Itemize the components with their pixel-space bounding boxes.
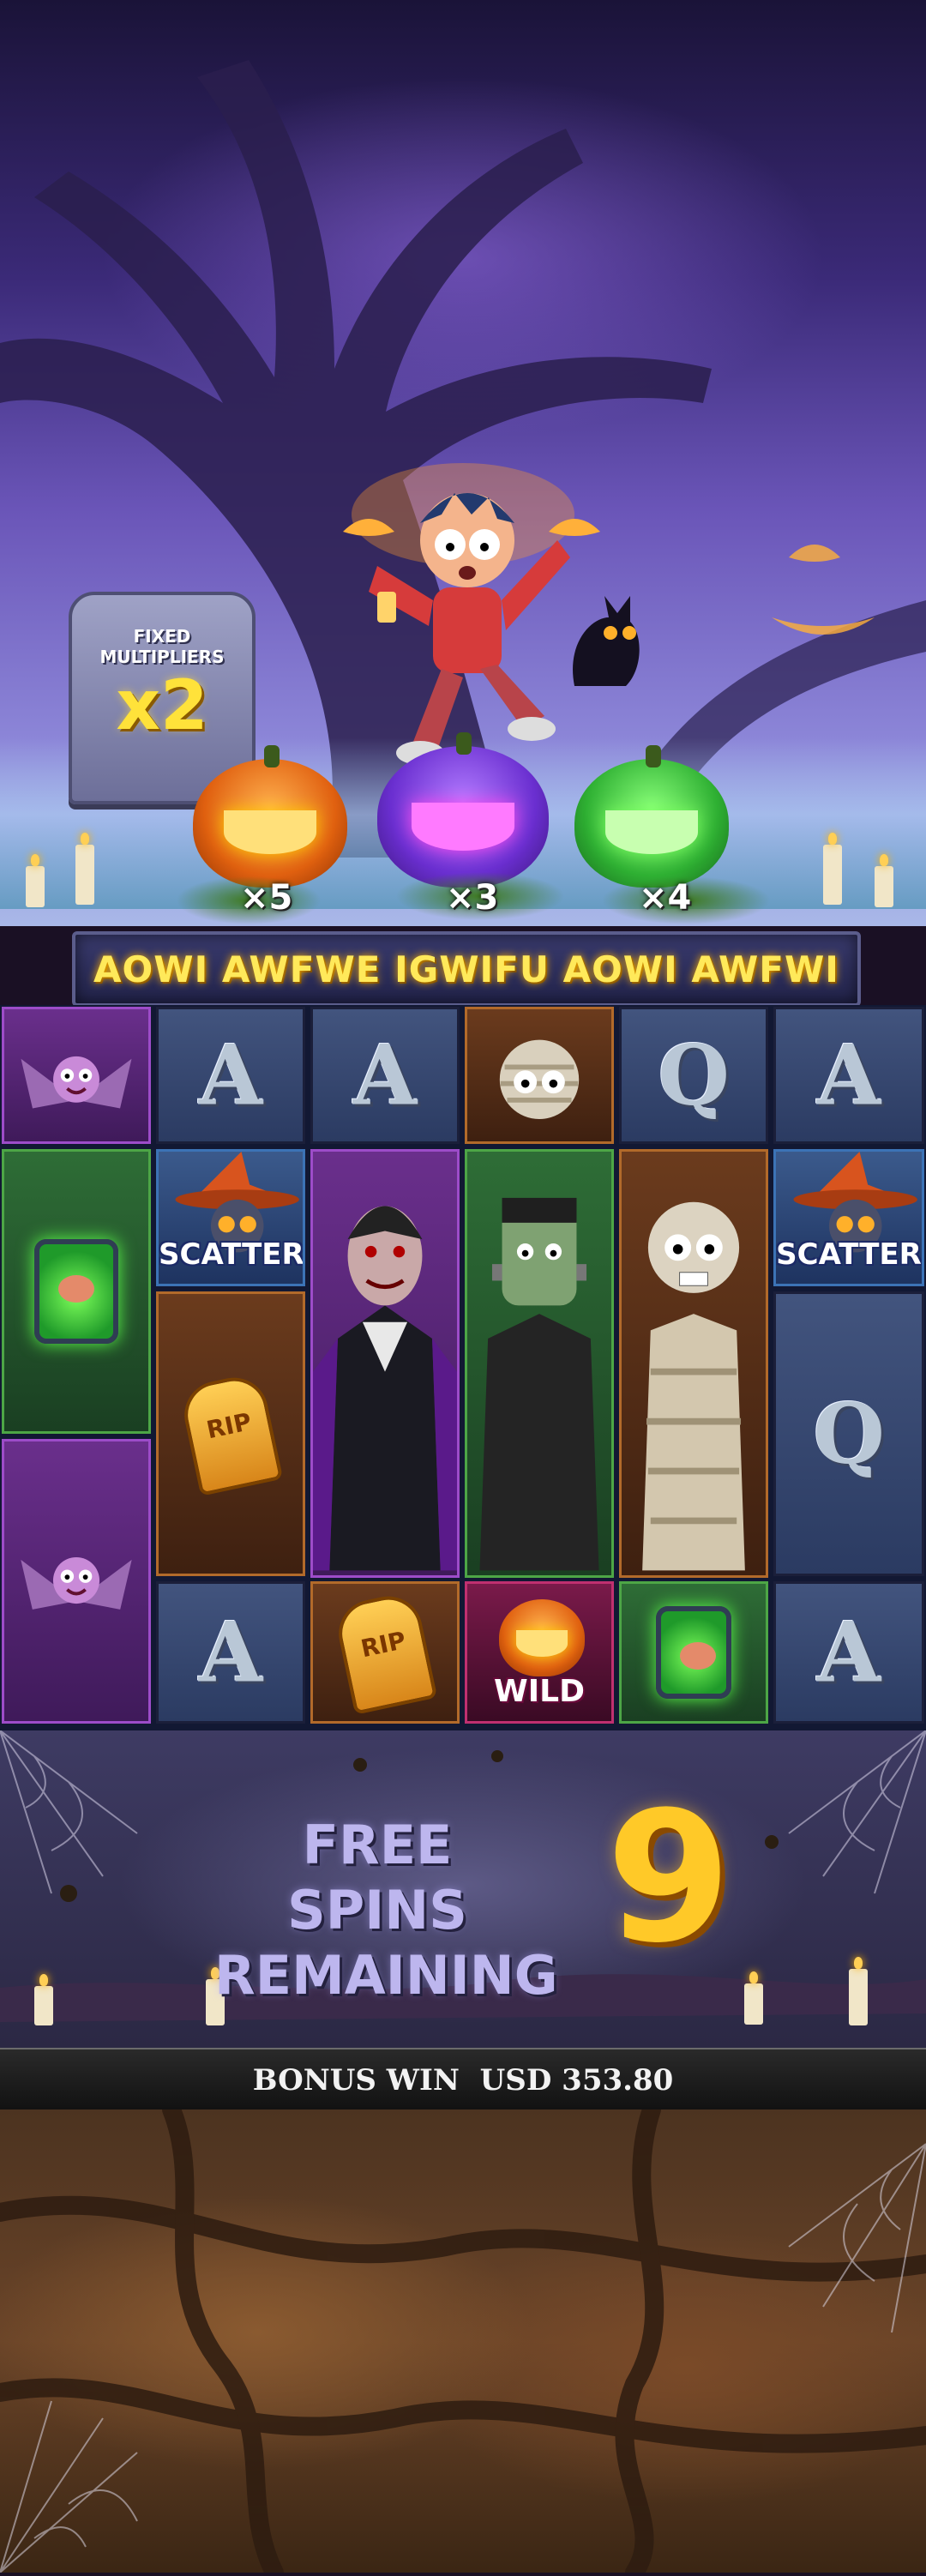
symbol-scatter: SCATTER	[156, 1149, 305, 1286]
candle-icon	[823, 833, 842, 905]
brain-jar-icon	[656, 1606, 731, 1699]
fixed-multipliers-title: FIXED MULTIPLIERS	[72, 626, 252, 667]
message-banner: AOWI AWFWE IGWIFU AOWI AWFWI	[72, 931, 861, 1007]
rip-tombstone-icon: RIP	[332, 1590, 438, 1715]
vampire-icon	[313, 1206, 457, 1571]
free-spins-line2: REMAINING	[214, 1944, 558, 2007]
letter-a: A	[816, 1604, 881, 1701]
wood-roots-background	[0, 2100, 926, 2576]
symbol-a: A	[773, 1581, 924, 1724]
bonus-win-bar: BONUS WIN USD 353.80	[0, 2048, 926, 2113]
rip-label: RIP	[203, 1407, 255, 1445]
letter-a: A	[352, 1026, 418, 1124]
symbol-scatter: SCATTER	[773, 1149, 924, 1286]
symbol-a: A	[156, 1007, 305, 1144]
symbol-bat	[2, 1007, 151, 1144]
mummy-icon	[499, 1039, 580, 1120]
symbol-q: Q	[773, 1291, 924, 1576]
letter-q: Q	[813, 1385, 885, 1483]
bonus-win-text: BONUS WIN USD 353.80	[252, 2063, 674, 2098]
letter-a: A	[198, 1604, 263, 1701]
wild-label: WILD	[494, 1674, 585, 1709]
fixed-multiplier-value: x2	[116, 665, 208, 745]
rip-label: RIP	[358, 1626, 409, 1664]
multipliers-label: MULTIPLIERS	[99, 647, 225, 667]
candle-icon	[875, 854, 893, 907]
rip-tombstone-icon: RIP	[177, 1371, 284, 1496]
symbol-vampire	[310, 1149, 460, 1578]
symbol-brain-jar	[619, 1581, 768, 1724]
black-cat-icon	[573, 596, 640, 686]
free-spins-label: FREE SPINS REMAINING	[214, 1813, 558, 2008]
candle-icon	[744, 1971, 763, 2025]
symbol-wild: WILD	[465, 1581, 614, 1724]
orange-pumpkin-multiplier: ×5	[240, 878, 293, 918]
candle-icon	[26, 854, 45, 907]
wild-pumpkin-icon	[499, 1599, 585, 1676]
purple-pumpkin-multiplier: ×3	[446, 878, 499, 918]
symbol-mummy	[619, 1149, 768, 1578]
mummy-icon	[642, 1201, 745, 1571]
bat-icon	[21, 1557, 132, 1610]
free-spins-count: 9	[605, 1773, 732, 1983]
symbol-k: A	[310, 1007, 460, 1144]
symbol-a: A	[156, 1581, 305, 1724]
brain-jar-icon	[34, 1239, 118, 1344]
symbol-brain-jar	[2, 1149, 151, 1434]
free-spins-line1: FREE SPINS	[287, 1814, 467, 1941]
symbol-mummy-small	[465, 1007, 614, 1144]
symbol-a: A	[773, 1007, 924, 1144]
fixed-label: FIXED	[133, 626, 191, 647]
symbol-bat	[2, 1439, 151, 1724]
symbol-frankenstein	[465, 1149, 614, 1578]
banner-text: AOWI AWFWE IGWIFU AOWI AWFWI	[93, 948, 839, 990]
roots-decoration	[0, 2100, 926, 2576]
letter-q: Q	[658, 1026, 730, 1124]
candle-icon	[849, 1957, 868, 2025]
letter-a: A	[198, 1026, 263, 1124]
slot-reels: A A Q A SCATTER SCATTER RIP Q A RIP WILD…	[0, 1005, 926, 1730]
candle-icon	[75, 833, 94, 905]
bat-icon	[21, 1056, 132, 1109]
letter-a: A	[816, 1026, 881, 1124]
scatter-label: SCATTER	[159, 1237, 304, 1272]
green-pumpkin-multiplier: ×4	[639, 878, 692, 918]
frankenstein-icon	[479, 1197, 599, 1571]
symbol-rip-tombstone: RIP	[310, 1581, 460, 1724]
candle-icon	[34, 1974, 53, 2025]
symbol-q: Q	[619, 1007, 768, 1144]
scatter-label: SCATTER	[776, 1237, 922, 1272]
symbol-rip-tombstone: RIP	[156, 1291, 305, 1576]
